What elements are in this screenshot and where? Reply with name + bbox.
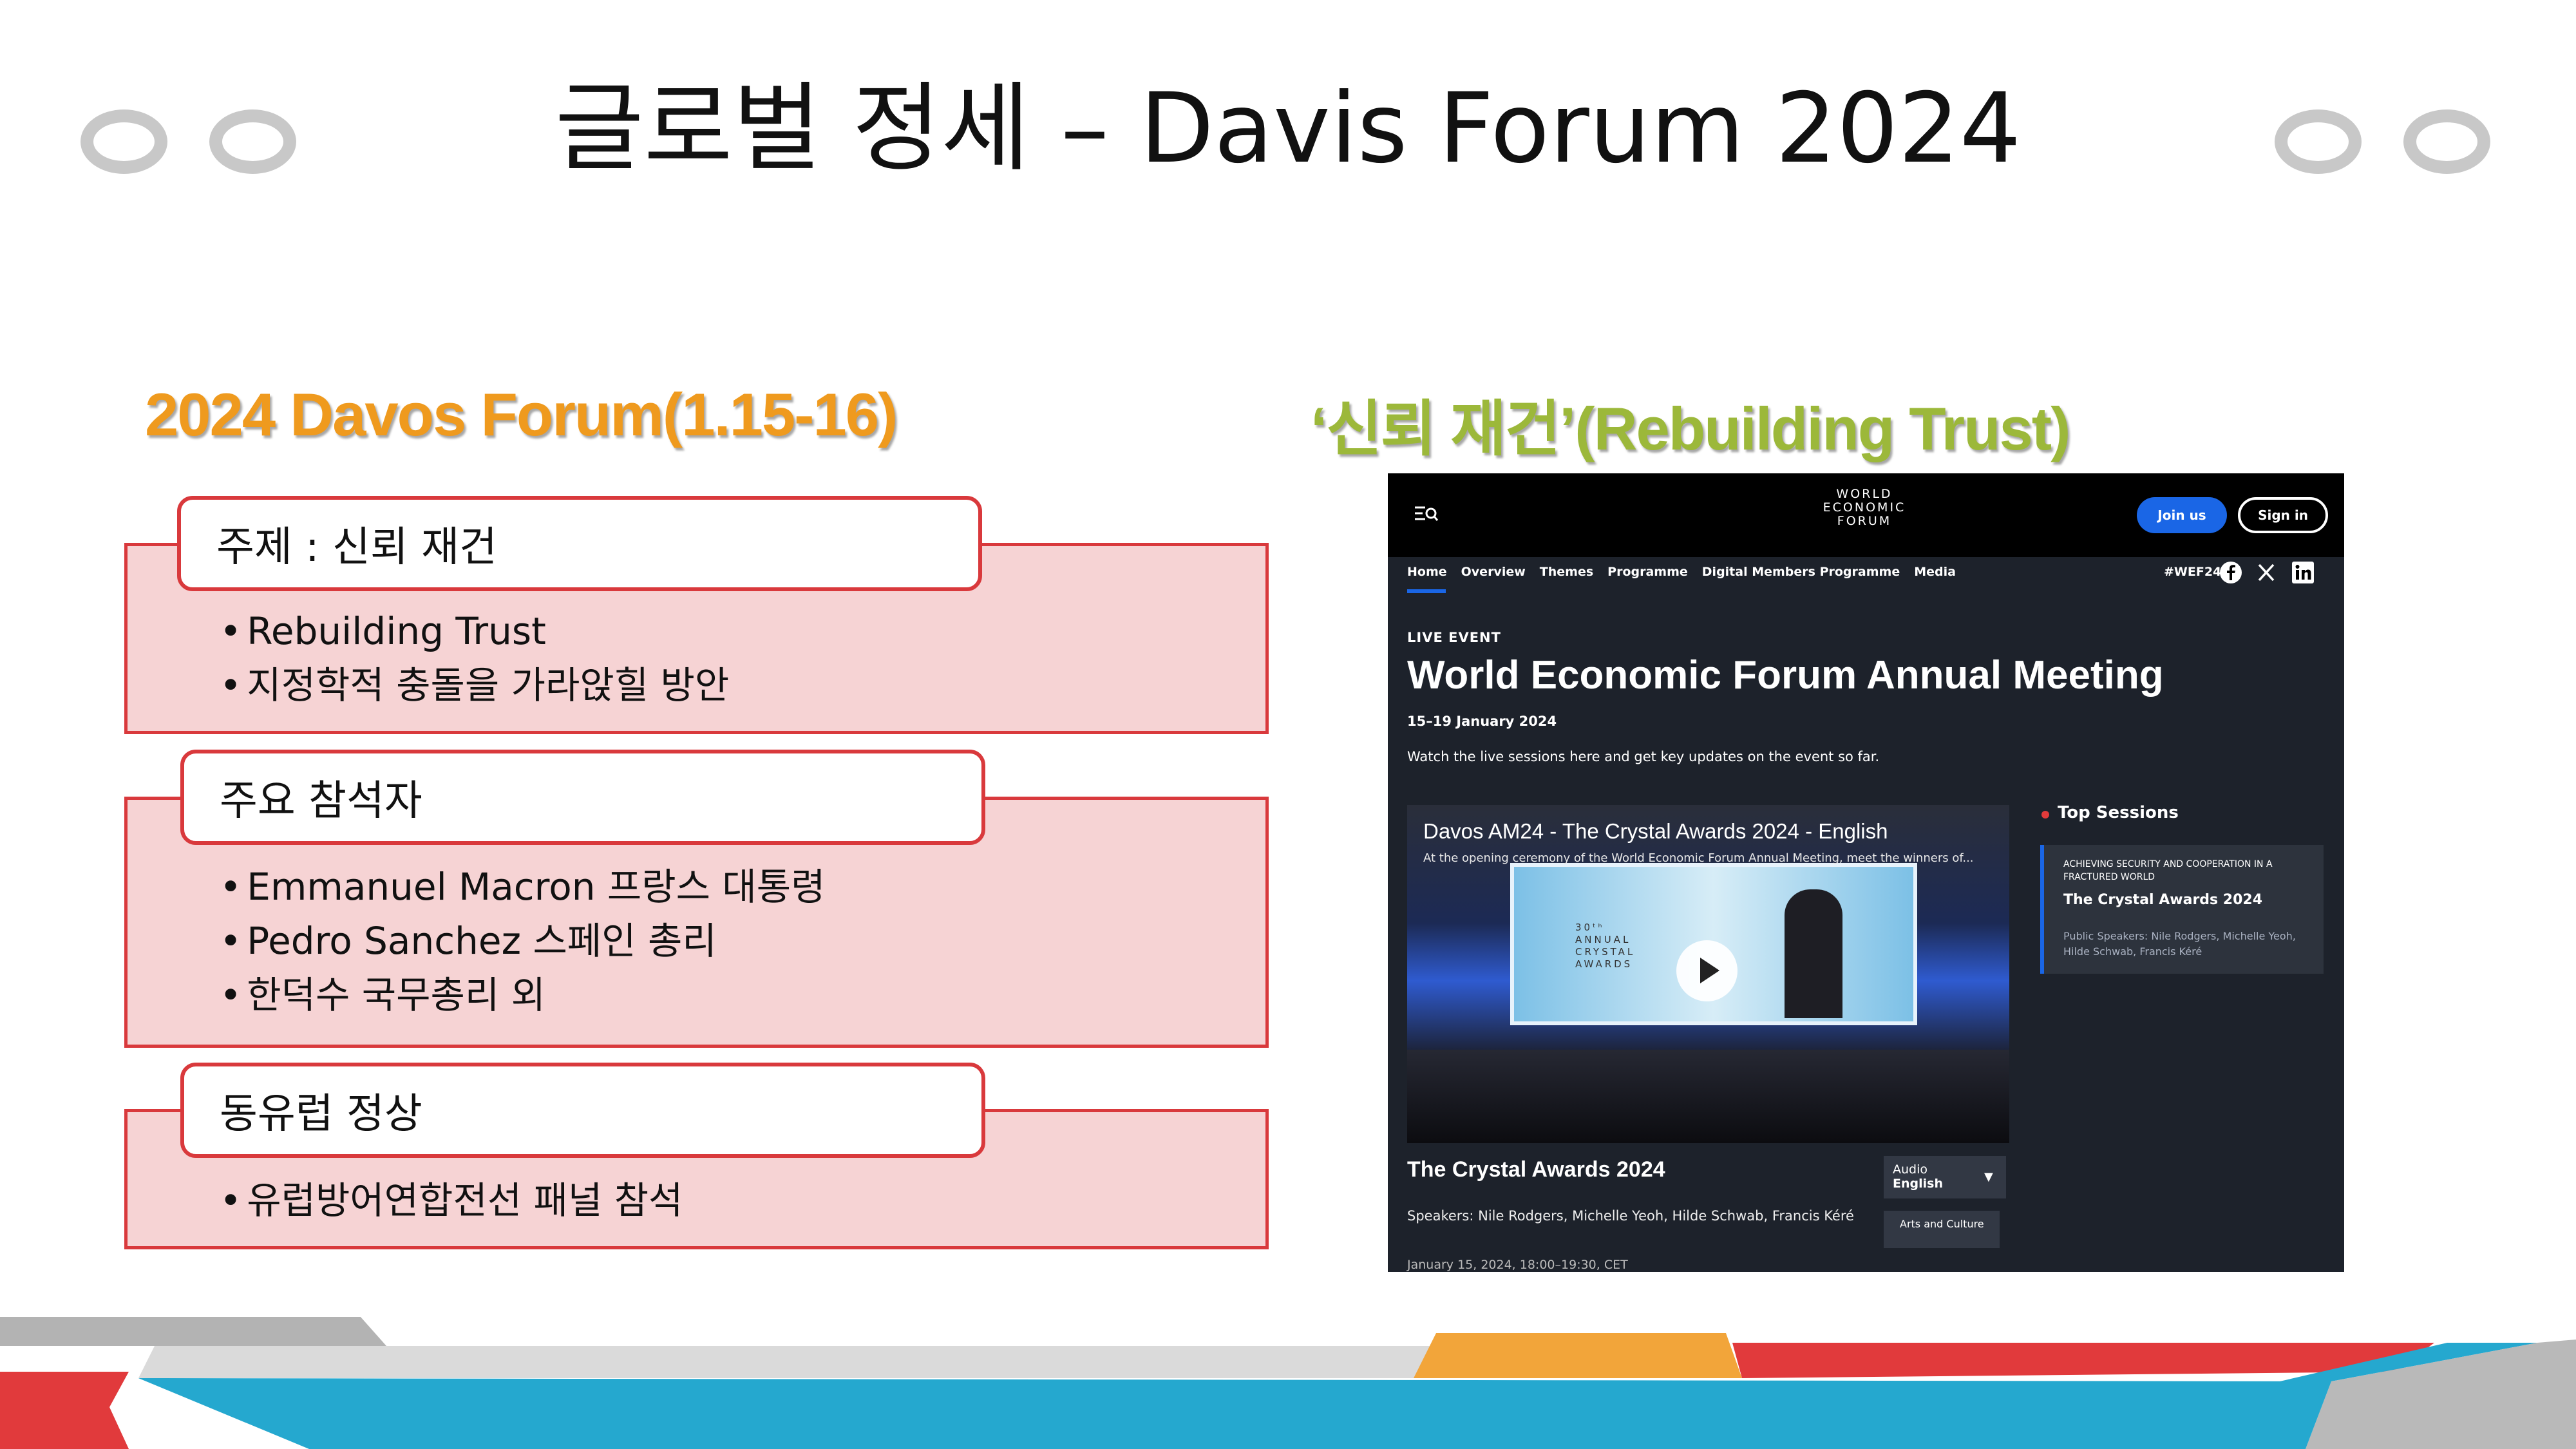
wef-logo[interactable]: WORLD ECONOMIC FORUM — [1806, 488, 1922, 528]
site-nav: Home Overview Themes Programme Digital M… — [1407, 565, 1956, 579]
event-dates: 15–19 January 2024 — [1407, 714, 1557, 729]
video-player[interactable]: 30ᵗʰ ANNUAL CRYSTAL AWARDS Davos AM24 - … — [1407, 805, 2009, 1143]
nav-media[interactable]: Media — [1914, 565, 1956, 579]
bullet-item: Pedro Sanchez 스페인 총리 — [220, 914, 825, 968]
nav-home[interactable]: Home — [1407, 565, 1447, 579]
session-speakers: Speakers: Nile Rodgers, Michelle Yeoh, H… — [1407, 1208, 1854, 1224]
wef-website-screenshot: WORLD ECONOMIC FORUM Join us Sign in Hom… — [1388, 473, 2344, 1272]
play-icon[interactable] — [1676, 940, 1738, 1001]
audience — [1407, 1050, 2009, 1143]
attendees-tab: 주요 참석자 — [180, 750, 985, 845]
bullet-item: 유럽방어연합전선 패널 참석 — [220, 1173, 683, 1227]
session-datetime: January 15, 2024, 18:00–19:30, CET — [1407, 1258, 1628, 1272]
decor-stripes — [0, 1317, 2576, 1449]
card-title: The Crystal Awards 2024 — [2063, 892, 2263, 908]
nav-themes[interactable]: Themes — [1540, 565, 1593, 579]
chevron-down-icon: ▼ — [1984, 1170, 1993, 1184]
nav-overview[interactable]: Overview — [1461, 565, 1526, 579]
slide-title: 글로벌 정세 – Davis Forum 2024 — [554, 73, 2022, 185]
right-heading: ‘신뢰 재건’(Rebuilding Trust) — [1311, 395, 2070, 462]
video-subtitle: At the opening ceremony of the World Eco… — [1423, 851, 1974, 865]
bullet-item: 지정학적 충돌을 가라앉힐 방안 — [220, 658, 729, 712]
bullet-item: Emmanuel Macron 프랑스 대통령 — [220, 860, 825, 914]
sign-in-button[interactable]: Sign in — [2238, 497, 2328, 533]
topic-tab: 주제 : 신뢰 재건 — [177, 496, 982, 591]
facebook-icon[interactable] — [2219, 560, 2243, 585]
nav-active-indicator — [1407, 589, 1446, 593]
join-us-button[interactable]: Join us — [2137, 497, 2227, 533]
live-dot-icon — [2041, 811, 2049, 819]
menu-search-icon[interactable] — [1414, 504, 1439, 524]
event-description: Watch the live sessions here and get key… — [1407, 749, 1880, 764]
bullet-item: 한덕수 국무총리 외 — [220, 968, 825, 1022]
top-sessions-heading: Top Sessions — [2058, 803, 2179, 822]
event-title: World Economic Forum Annual Meeting — [1407, 653, 2164, 697]
nav-programme[interactable]: Programme — [1607, 565, 1688, 579]
east-europe-tab: 동유럽 정상 — [180, 1063, 985, 1158]
nav-digital-members[interactable]: Digital Members Programme — [1702, 565, 1900, 579]
video-title: Davos AM24 - The Crystal Awards 2024 - E… — [1423, 819, 1888, 843]
linkedin-icon[interactable] — [2291, 560, 2315, 585]
live-event-label: LIVE EVENT — [1407, 630, 1501, 645]
top-session-card[interactable]: ACHIEVING SECURITY AND COOPERATION IN A … — [2040, 845, 2324, 974]
bullet-item: Rebuilding Trust — [220, 604, 729, 658]
hashtag[interactable]: #WEF24 — [2164, 565, 2221, 579]
x-icon[interactable] — [2254, 560, 2278, 585]
card-speakers: Public Speakers: Nile Rodgers, Michelle … — [2063, 930, 2296, 958]
session-title: The Crystal Awards 2024 — [1407, 1157, 1665, 1182]
arts-culture-tag[interactable]: Arts and Culture — [1884, 1211, 2000, 1248]
stage-screen-text: 30ᵗʰ ANNUAL CRYSTAL AWARDS — [1575, 922, 1636, 970]
card-overline: ACHIEVING SECURITY AND COOPERATION IN A … — [2063, 859, 2273, 882]
speaker-image — [1785, 889, 1842, 1018]
left-heading: 2024 Davos Forum(1.15-16) — [145, 381, 898, 448]
